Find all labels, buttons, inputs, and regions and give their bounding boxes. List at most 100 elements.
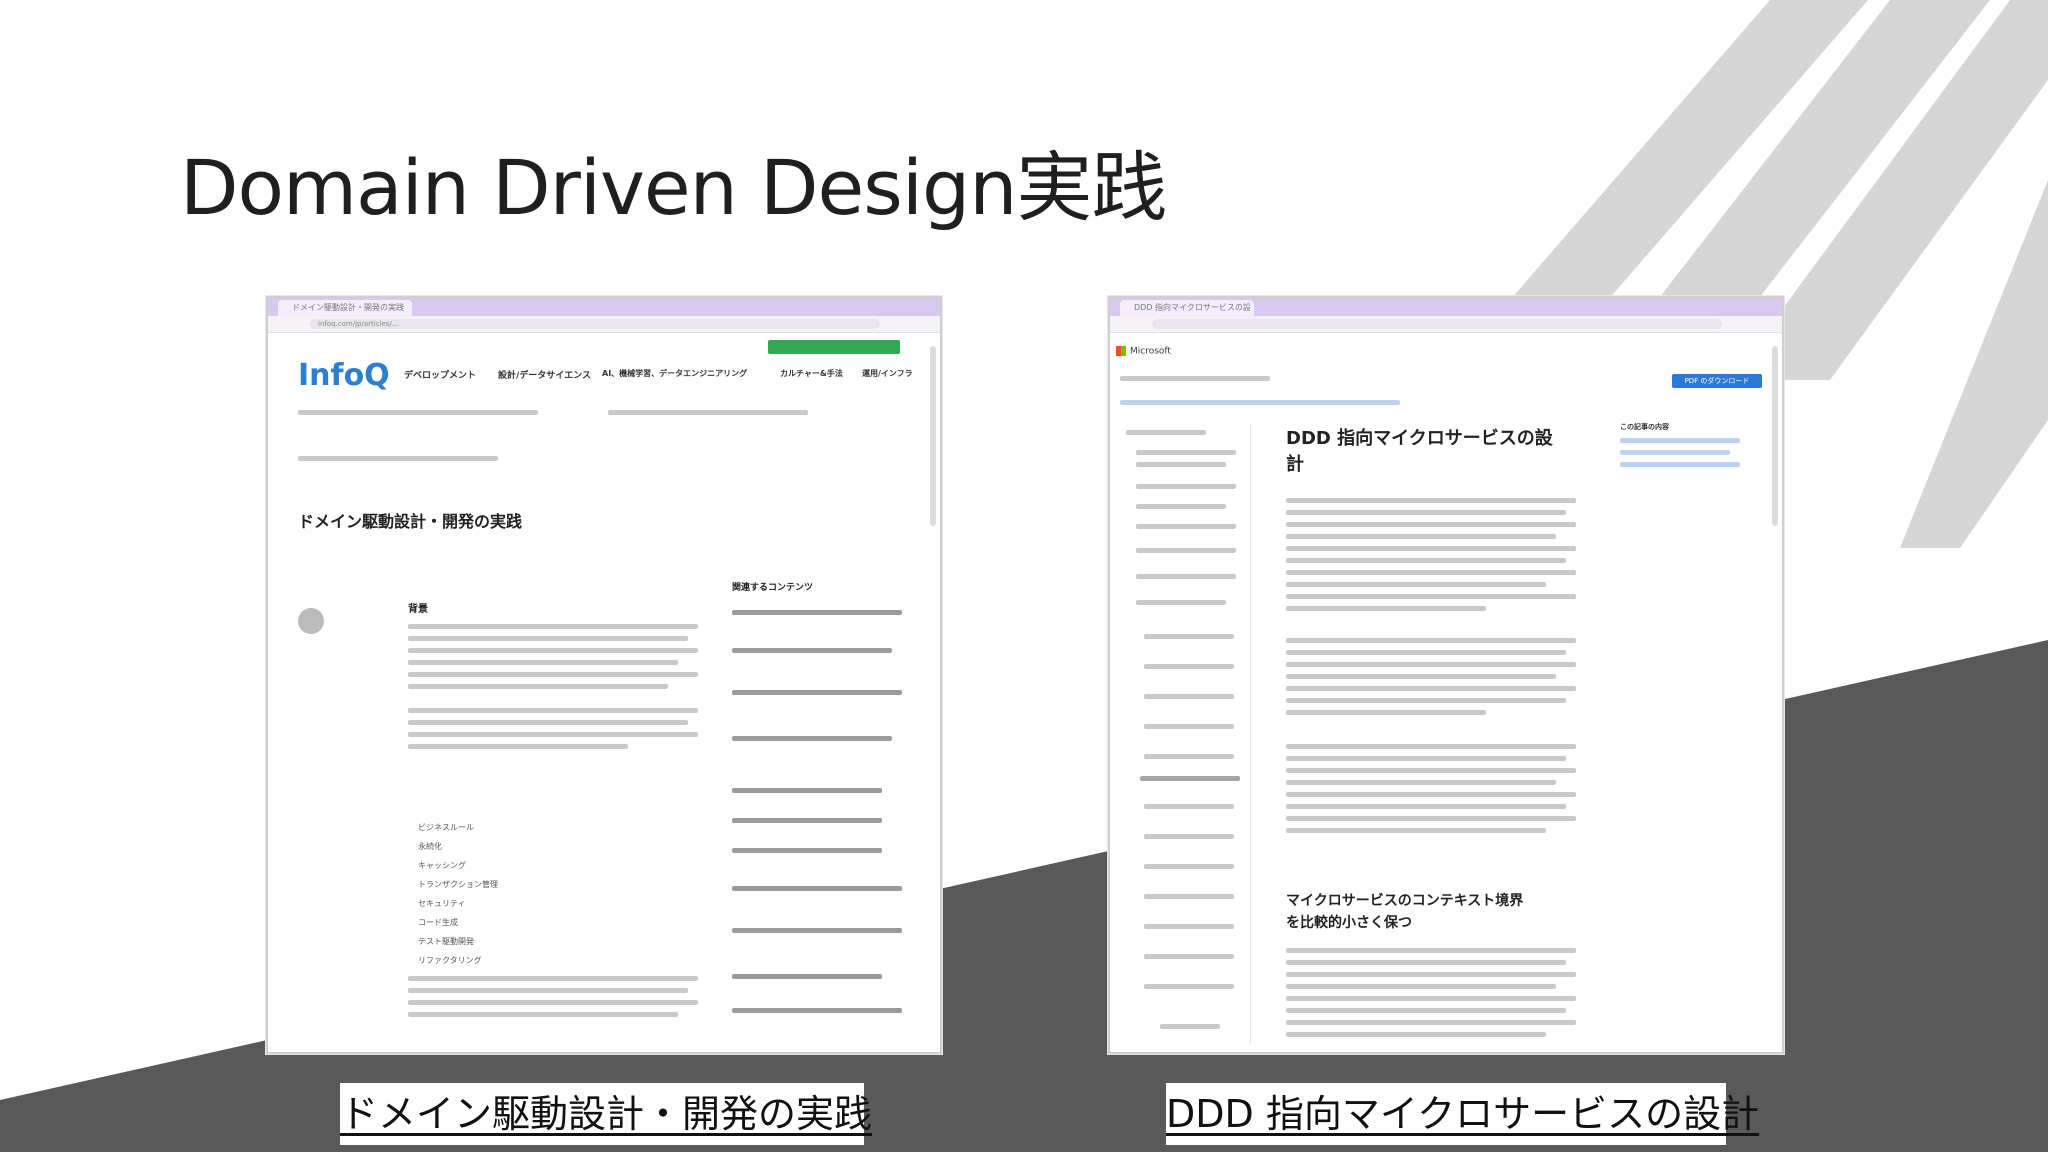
toc-item xyxy=(1136,600,1226,605)
text-line xyxy=(1286,534,1556,539)
related-link xyxy=(732,736,892,741)
scrollbar xyxy=(930,346,936,526)
address-bar: infoq.com/jp/articles/... xyxy=(268,316,940,333)
toc-item xyxy=(1144,894,1234,899)
toc-item xyxy=(1144,924,1234,929)
text-line xyxy=(1286,498,1576,503)
related-link xyxy=(732,648,892,653)
toc-item xyxy=(1144,804,1234,809)
list-item: リファクタリング xyxy=(418,956,482,965)
related-link xyxy=(732,690,902,695)
text-line xyxy=(1286,1008,1566,1013)
text-line xyxy=(1286,686,1576,691)
list-item: トランザクション管理 xyxy=(418,880,498,889)
text-line xyxy=(1286,546,1576,551)
text-line xyxy=(408,1012,678,1017)
related-link xyxy=(732,886,902,891)
browser-tab-bar: DDD 指向マイクロサービスの設 xyxy=(1110,298,1782,316)
browser-tab: ドメイン駆動設計・開発の実践 xyxy=(278,300,412,316)
text-line xyxy=(1286,558,1566,563)
nav-item-ops: 運用/インフラ xyxy=(862,369,913,378)
toc-item xyxy=(1136,574,1236,579)
text-line xyxy=(1286,674,1556,679)
text-line xyxy=(1286,756,1566,761)
text-line xyxy=(408,660,678,665)
text-line xyxy=(408,732,698,737)
text-line xyxy=(1286,816,1576,821)
text-line xyxy=(1286,948,1576,953)
breadcrumb-links xyxy=(1120,400,1400,405)
related-link xyxy=(732,974,882,979)
url-field: infoq.com/jp/articles/... xyxy=(310,319,880,329)
section-heading-line1: マイクロサービスのコンテキスト境界 xyxy=(1286,893,1524,909)
filter-input xyxy=(1126,430,1206,435)
related-heading: 関連するコンテンツ xyxy=(732,583,814,593)
microsoft-icon xyxy=(1116,346,1126,356)
browser-tab: DDD 指向マイクロサービスの設 xyxy=(1120,300,1254,316)
infoq-article-screenshot: ドメイン駆動設計・開発の実践 infoq.com/jp/articles/...… xyxy=(266,296,942,1054)
text-line xyxy=(1286,828,1546,833)
avatar xyxy=(298,608,324,634)
related-link xyxy=(732,610,902,615)
signup-button xyxy=(768,340,900,354)
nav-item-development: デベロップメント xyxy=(404,371,477,381)
toc-item xyxy=(1144,664,1234,669)
nav-item-culture: カルチャー&手法 xyxy=(780,369,843,378)
toc-item xyxy=(1144,694,1234,699)
list-item: 永続化 xyxy=(418,842,442,851)
text-line xyxy=(408,672,698,677)
text-line xyxy=(1286,744,1576,749)
toc-item-current xyxy=(1140,776,1240,781)
pdf-link xyxy=(1160,1024,1220,1029)
toc-link xyxy=(1620,438,1740,443)
text-line xyxy=(408,636,688,641)
text-line xyxy=(1286,972,1576,977)
toc-item xyxy=(1136,504,1226,509)
toc-item xyxy=(1144,954,1234,959)
toc-link xyxy=(1620,462,1740,467)
article-title-line1: DDD 指向マイクロサービスの設 xyxy=(1286,428,1553,449)
text-line xyxy=(1286,996,1576,1001)
scrollbar xyxy=(1772,346,1778,526)
list-item: テスト駆動開発 xyxy=(418,937,474,946)
toc-item xyxy=(1144,634,1234,639)
nav-item-ai: AI、機械学習、データエンジニアリング xyxy=(602,369,748,378)
banner-line xyxy=(608,410,808,415)
toc-item xyxy=(1136,548,1236,553)
text-line xyxy=(1286,582,1546,587)
toc-item xyxy=(1136,524,1236,529)
text-line xyxy=(408,720,688,725)
bullet-list: ビジネスルール 永続化 キャッシング トランザクション管理 セキュリティ コード… xyxy=(418,818,498,970)
related-link xyxy=(732,818,882,823)
toc-item xyxy=(1144,864,1234,869)
related-link xyxy=(732,848,882,853)
text-line xyxy=(408,1000,698,1005)
toc-item xyxy=(1136,450,1236,455)
toc-title: この記事の内容 xyxy=(1620,423,1669,431)
text-line xyxy=(1286,510,1566,515)
text-line xyxy=(1286,662,1576,667)
toc-item xyxy=(1144,754,1234,759)
text-line xyxy=(1286,650,1566,655)
text-line xyxy=(408,624,698,629)
text-line xyxy=(1286,594,1576,599)
text-line xyxy=(408,684,668,689)
list-item: キャッシング xyxy=(418,861,466,870)
text-line xyxy=(408,648,698,653)
right-caption-link[interactable]: DDD 指向マイクロサービスの設計 xyxy=(1166,1083,1759,1145)
text-line xyxy=(1286,768,1576,773)
text-line xyxy=(1286,984,1556,989)
text-line xyxy=(1286,522,1576,527)
text-line xyxy=(1286,792,1576,797)
section-heading-line2: を比較的小さく保つ xyxy=(1286,915,1412,931)
toc-item xyxy=(1136,462,1226,467)
left-caption-link[interactable]: ドメイン駆動設計・開発の実践 xyxy=(340,1083,872,1145)
pdf-download-button: PDF のダウンロード xyxy=(1672,374,1762,388)
infoq-logo: InfoQ xyxy=(298,358,390,393)
related-link xyxy=(732,928,902,933)
text-line xyxy=(408,708,698,713)
related-link xyxy=(732,788,882,793)
text-line xyxy=(1286,638,1576,643)
address-bar xyxy=(1110,316,1782,333)
microsoft-logo: Microsoft xyxy=(1116,346,1171,357)
